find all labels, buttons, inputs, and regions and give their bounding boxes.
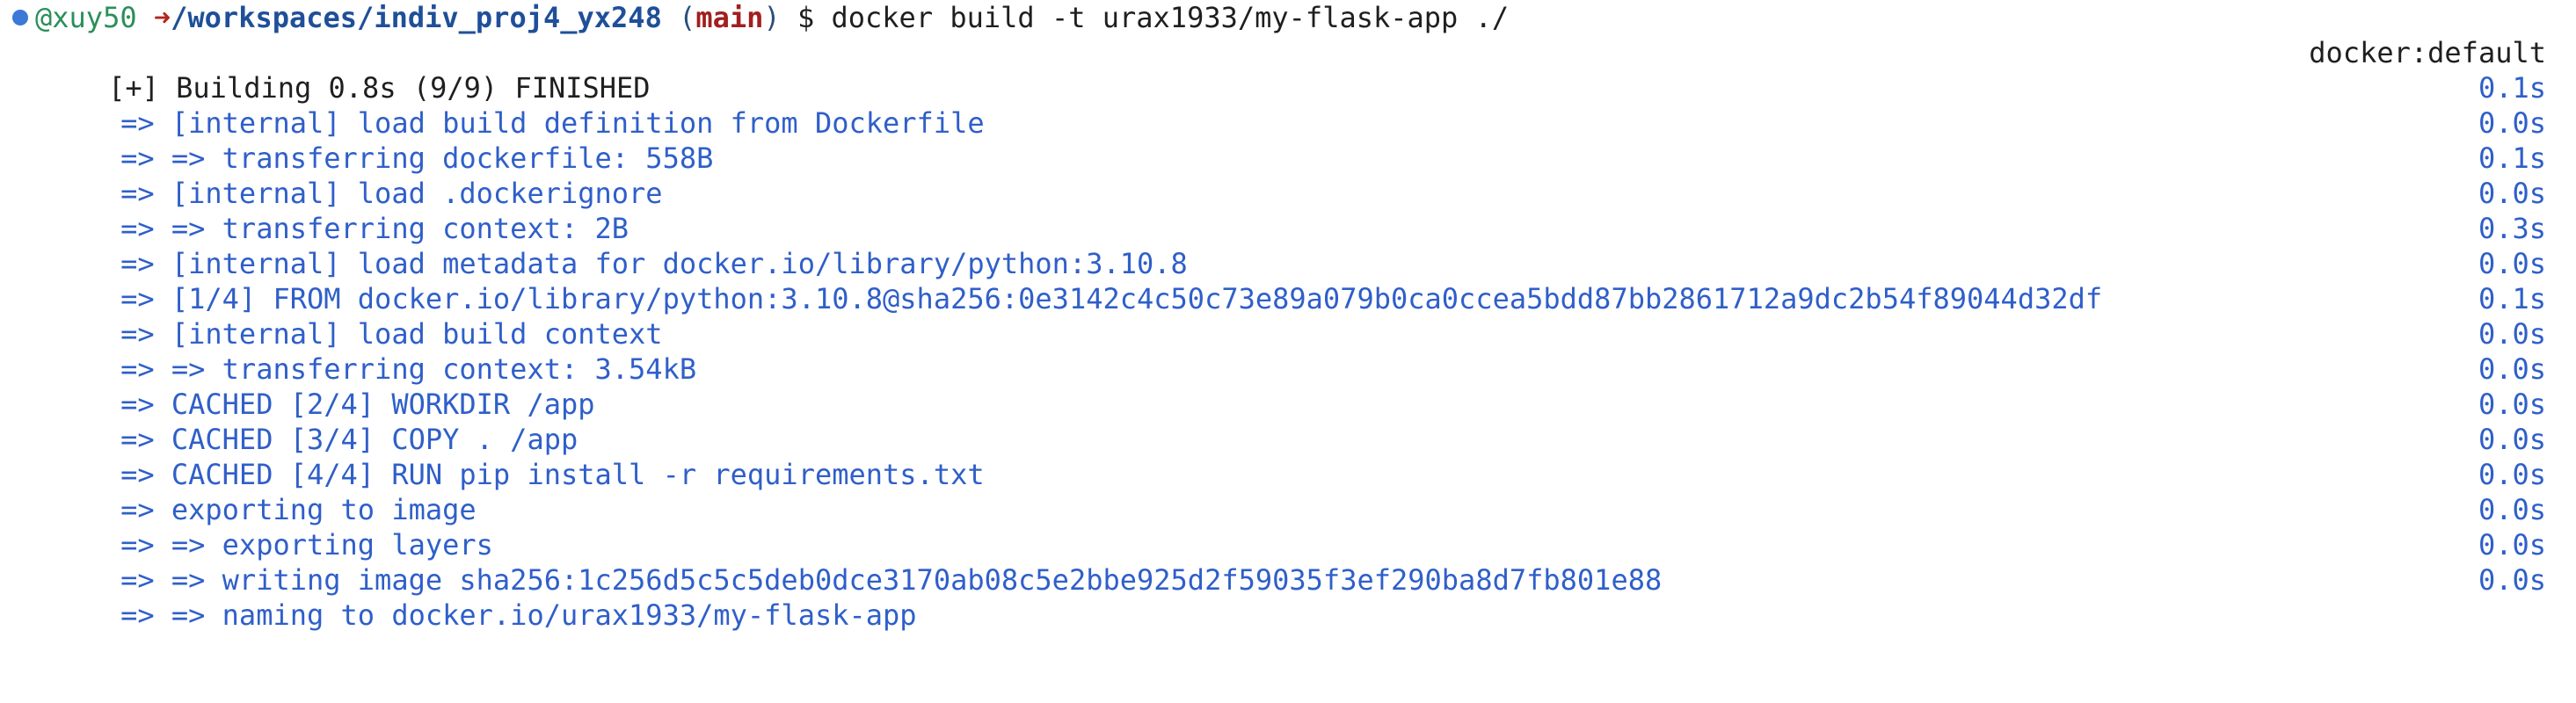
- build-step-time: 0.0s: [2478, 106, 2546, 140]
- build-step-time: 0.1s: [2478, 141, 2546, 175]
- build-step-time: 0.0s: [2478, 493, 2546, 526]
- branch-open-paren: (: [679, 1, 696, 34]
- prompt-dollar: $: [797, 1, 815, 34]
- build-step-time: 0.1s: [2478, 282, 2546, 315]
- build-step-line: => CACHED [3/4] COPY . /app 0.0s: [11, 387, 2576, 456]
- build-step-time: 0.0s: [2478, 563, 2546, 597]
- prompt-status-dot-icon: [12, 10, 28, 25]
- build-step-time: 0.0s: [2478, 247, 2546, 280]
- build-step-line: => CACHED [2/4] WORKDIR /app 0.0s: [11, 352, 2576, 421]
- build-step-line: => [internal] load build definition from…: [11, 70, 2576, 140]
- build-step-line: => => transferring context: 3.54kB 0.0s: [11, 316, 2576, 386]
- build-step-line: => => transferring context: 2B 0.0s: [11, 176, 2576, 245]
- build-step-line: => [1/4] FROM docker.io/library/python:3…: [11, 246, 2576, 315]
- build-status-line: [+] Building 0.8s (9/9) FINISHED docker:…: [11, 35, 2576, 105]
- command-text: docker build -t urax1933/my-flask-app ./: [831, 1, 1510, 34]
- build-step-line: => [internal] load .dockerignore 0.1s: [11, 141, 2576, 210]
- build-step-time: 0.1s: [2478, 71, 2546, 105]
- build-step-line: => => naming to docker.io/urax1933/my-fl…: [11, 562, 2576, 632]
- prompt-path: /workspaces/indiv_proj4_yx248: [171, 1, 662, 34]
- build-step-time: 0.0s: [2478, 528, 2546, 562]
- build-step-text: => => naming to docker.io/urax1933/my-fl…: [120, 598, 917, 632]
- build-step-time: 0.0s: [2478, 177, 2546, 210]
- build-step-line: => [internal] load metadata for docker.i…: [11, 211, 2576, 280]
- build-context: docker:default: [2309, 36, 2546, 69]
- build-step-line: => => transferring dockerfile: 558B 0.0s: [11, 105, 2576, 175]
- terminal-output[interactable]: @xuy50 ➜/workspaces/indiv_proj4_yx248 (m…: [0, 0, 2576, 632]
- build-step-line: => exporting to image 0.0s: [11, 457, 2576, 526]
- build-step-line: => => writing image sha256:1c256d5c5c5de…: [11, 527, 2576, 597]
- prompt-user: @xuy50: [35, 1, 137, 34]
- build-step-line: => CACHED [4/4] RUN pip install -r requi…: [11, 422, 2576, 491]
- branch-close-paren: ): [763, 1, 781, 34]
- git-branch: main: [695, 1, 764, 34]
- build-step-line: => => exporting layers 0.0s: [11, 492, 2576, 562]
- prompt-arrow-icon: ➜: [153, 1, 171, 34]
- build-step-time: 0.0s: [2478, 352, 2546, 386]
- build-step-time: 0.0s: [2478, 423, 2546, 456]
- build-step-time: 0.0s: [2478, 317, 2546, 351]
- build-step-line: => [internal] load build context 0.1s: [11, 281, 2576, 351]
- build-step-time: 0.0s: [2478, 388, 2546, 421]
- command-prompt-line: @xuy50 ➜/workspaces/indiv_proj4_yx248 (m…: [11, 0, 2576, 35]
- build-step-time: 0.0s: [2478, 458, 2546, 491]
- build-step-time: 0.3s: [2478, 212, 2546, 245]
